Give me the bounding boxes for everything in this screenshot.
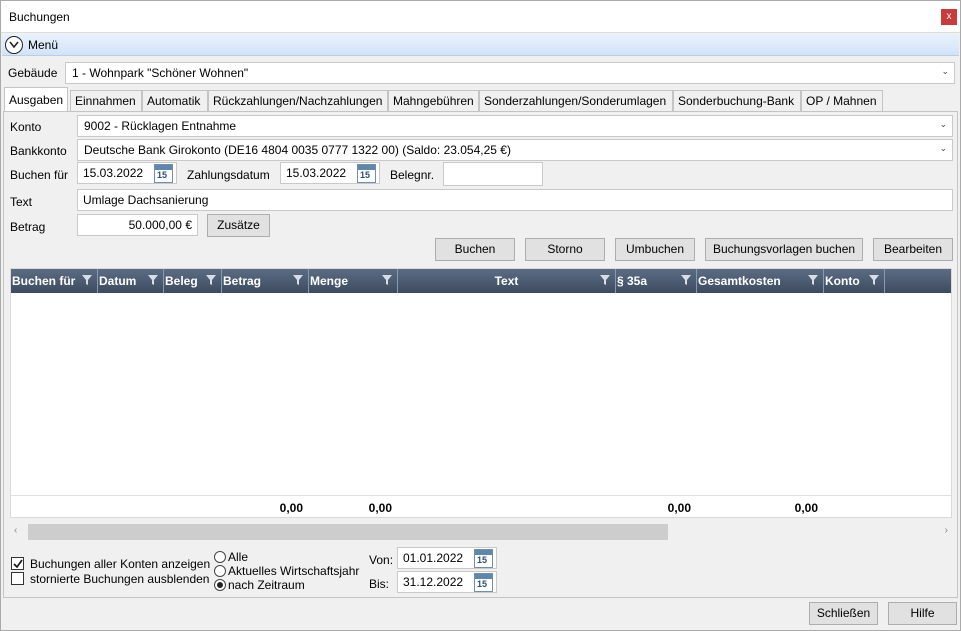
scroll-left-icon[interactable]: ‹ — [14, 525, 17, 536]
bankkonto-label: Bankkonto — [10, 144, 67, 158]
chevron-down-icon: ⌄ — [939, 119, 947, 129]
menu-label[interactable]: Menü — [28, 38, 58, 52]
column-datum[interactable]: Datum — [98, 269, 164, 293]
filter-icon — [681, 275, 691, 285]
buchen-button[interactable]: Buchen — [435, 238, 515, 261]
storniert-label: stornierte Buchungen ausblenden — [30, 572, 210, 586]
belegnr-input[interactable] — [443, 162, 543, 186]
filter-icon — [382, 275, 392, 285]
bis-datepicker: 31.12.2022 15 — [397, 571, 497, 595]
tab-rueckzahlungen[interactable]: Rückzahlungen/Nachzahlungen — [208, 90, 388, 111]
zahlungsdatum-label: Zahlungsdatum — [187, 168, 270, 182]
zusaetze-button[interactable]: Zusätze — [207, 214, 270, 237]
title-bar: Buchungen x — [1, 1, 960, 33]
bookings-table[interactable]: Buchen für Datum Beleg Betrag Menge Text — [10, 268, 952, 518]
schliessen-button[interactable]: Schließen — [809, 602, 878, 625]
total-gesamtkosten: 0,00 — [794, 501, 818, 515]
von-label: Von: — [369, 553, 394, 567]
buchen-fuer-label: Buchen für — [10, 168, 69, 182]
radio-wirtschaftsjahr-label: Aktuelles Wirtschaftsjahr — [228, 564, 360, 578]
radio-wirtschaftsjahr[interactable] — [214, 565, 226, 577]
filter-icon — [148, 275, 158, 285]
horizontal-scrollbar[interactable]: ‹ › — [10, 523, 952, 541]
filter-icon — [869, 275, 879, 285]
bis-label: Bis: — [369, 577, 390, 591]
storno-button[interactable]: Storno — [525, 238, 605, 261]
alle-konten-checkbox[interactable] — [11, 557, 24, 570]
column-gesamtkosten[interactable]: Gesamtkosten — [697, 269, 824, 293]
chevron-down-icon: ⌄ — [941, 66, 949, 76]
text-label: Text — [10, 195, 33, 209]
gebaeude-value: 1 - Wohnpark "Schöner Wohnen" — [72, 66, 249, 80]
bearbeiten-button[interactable]: Bearbeiten — [873, 238, 953, 261]
close-window-button[interactable]: x — [941, 9, 957, 25]
filter-icon — [808, 275, 818, 285]
tab-mahngebuehren[interactable]: Mahngebühren — [388, 90, 479, 111]
konto-value: 9002 - Rücklagen Entnahme — [84, 119, 237, 133]
calendar-icon[interactable]: 15 — [357, 164, 376, 183]
bankkonto-value: Deutsche Bank Girokonto (DE16 4804 0035 … — [84, 143, 511, 157]
window-title: Buchungen — [9, 10, 70, 24]
calendar-icon[interactable]: 15 — [474, 549, 493, 568]
hilfe-button[interactable]: Hilfe — [888, 602, 957, 625]
filter-icon — [82, 275, 92, 285]
gebaeude-label: Gebäude — [8, 66, 58, 80]
column-beleg[interactable]: Beleg — [164, 269, 222, 293]
alle-konten-label: Buchungen aller Konten anzeigen — [30, 557, 211, 571]
konto-label: Konto — [10, 120, 42, 134]
total-betrag: 0,00 — [279, 501, 303, 515]
tab-op-mahnen[interactable]: OP / Mahnen — [801, 90, 883, 111]
column-buchen-fuer[interactable]: Buchen für — [11, 269, 98, 293]
total-menge: 0,00 — [368, 501, 392, 515]
von-datepicker: 01.01.2022 15 — [397, 547, 497, 571]
tab-sonderzahlungen[interactable]: Sonderzahlungen/Sonderumlagen — [479, 90, 673, 111]
table-totals-row: 0,00 0,00 0,00 0,00 — [11, 495, 951, 517]
total-35a: 0,00 — [667, 501, 691, 515]
table-header: Buchen für Datum Beleg Betrag Menge Text — [11, 269, 951, 293]
tab-automatik[interactable]: Automatik — [142, 90, 208, 111]
filter-icon — [206, 275, 216, 285]
umbuchen-button[interactable]: Umbuchen — [615, 238, 695, 261]
filter-icon — [600, 275, 610, 285]
radio-zeitraum[interactable] — [214, 579, 226, 591]
chevron-down-icon: ⌄ — [939, 143, 947, 153]
bankkonto-select[interactable]: Deutsche Bank Girokonto (DE16 4804 0035 … — [77, 139, 953, 161]
gebaeude-select[interactable]: 1 - Wohnpark "Schöner Wohnen" ⌄ — [65, 62, 955, 84]
tab-ausgaben[interactable]: Ausgaben — [4, 87, 68, 112]
storniert-checkbox[interactable] — [11, 572, 24, 585]
belegnr-label: Belegnr. — [390, 168, 435, 182]
filter-icon — [293, 275, 303, 285]
text-input[interactable]: Umlage Dachsanierung — [77, 189, 953, 211]
buchungsvorlagen-buchen-button[interactable]: Buchungsvorlagen buchen — [705, 238, 863, 261]
radio-alle[interactable] — [214, 551, 226, 563]
bookings-window: Buchungen x Menü Gebäude 1 - Wohnpark "S… — [0, 0, 961, 631]
calendar-icon[interactable]: 15 — [474, 573, 493, 592]
column-betrag[interactable]: Betrag — [222, 269, 309, 293]
column-text[interactable]: Text — [398, 269, 616, 293]
column-35a[interactable]: § 35a — [616, 269, 697, 293]
column-menge[interactable]: Menge — [309, 269, 398, 293]
betrag-label: Betrag — [10, 220, 46, 234]
betrag-input[interactable]: 50.000,00 € — [77, 214, 198, 236]
scrollbar-thumb[interactable] — [28, 524, 668, 540]
scroll-right-icon[interactable]: › — [945, 525, 948, 536]
tab-sonderbuchung-bank[interactable]: Sonderbuchung-Bank — [673, 90, 801, 111]
menu-bar[interactable]: Menü — [2, 34, 959, 56]
tab-einnahmen[interactable]: Einnahmen — [70, 90, 142, 111]
column-konto[interactable]: Konto — [824, 269, 885, 293]
buchen-fuer-datepicker: 15.03.2022 15 — [77, 162, 177, 186]
radio-zeitraum-label: nach Zeitraum — [228, 578, 305, 592]
radio-alle-label: Alle — [228, 550, 249, 564]
chevron-down-icon[interactable] — [5, 36, 23, 54]
konto-select[interactable]: 9002 - Rücklagen Entnahme ⌄ — [77, 115, 953, 137]
zahlungsdatum-datepicker: 15.03.2022 15 — [280, 162, 380, 186]
calendar-icon[interactable]: 15 — [154, 164, 173, 183]
